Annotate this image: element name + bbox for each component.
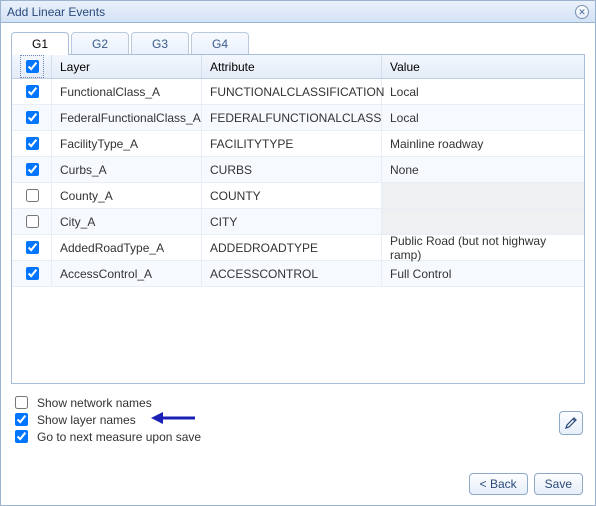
row-value[interactable] — [382, 209, 584, 234]
row-layer: City_A — [52, 209, 202, 234]
edit-button[interactable] — [559, 411, 583, 435]
tab-g4[interactable]: G4 — [191, 32, 249, 55]
option-go-to-next-measure: Go to next measure upon save — [11, 428, 585, 445]
row-attribute: COUNTY — [202, 183, 382, 208]
row-checkbox[interactable] — [26, 189, 39, 202]
row-attribute: CITY — [202, 209, 382, 234]
table-row[interactable]: Curbs_ACURBSNone — [12, 157, 584, 183]
row-checkbox[interactable] — [26, 111, 39, 124]
table-row[interactable]: FederalFunctionalClass_AFEDERALFUNCTIONA… — [12, 105, 584, 131]
window-title: Add Linear Events — [7, 1, 105, 23]
show-layer-names-checkbox[interactable] — [15, 413, 28, 426]
footer-buttons: < Back Save — [469, 473, 583, 495]
go-to-next-measure-checkbox[interactable] — [15, 430, 28, 443]
row-checkbox[interactable] — [26, 137, 39, 150]
row-layer: FacilityType_A — [52, 131, 202, 156]
row-checkbox-cell — [12, 183, 52, 208]
row-attribute: ACCESSCONTROL — [202, 261, 382, 286]
row-value[interactable]: None — [382, 157, 584, 182]
dialog-body: G1G2G3G4 Layer Attribute Value Functiona… — [1, 23, 595, 455]
column-header-layer[interactable]: Layer — [52, 55, 202, 78]
column-header-value[interactable]: Value — [382, 55, 584, 78]
row-checkbox-cell — [12, 261, 52, 286]
row-value[interactable]: Public Road (but not highway ramp) — [382, 235, 584, 260]
tab-g3[interactable]: G3 — [131, 32, 189, 55]
row-checkbox[interactable] — [26, 85, 39, 98]
tab-strip: G1G2G3G4 — [11, 31, 585, 55]
pencil-icon — [564, 416, 578, 430]
row-checkbox-cell — [12, 131, 52, 156]
show-network-names-checkbox[interactable] — [15, 396, 28, 409]
row-attribute: FACILITYTYPE — [202, 131, 382, 156]
row-layer: AccessControl_A — [52, 261, 202, 286]
go-to-next-measure-label: Go to next measure upon save — [37, 430, 201, 444]
row-value[interactable]: Local — [382, 79, 584, 104]
select-all-checkbox[interactable] — [26, 60, 39, 73]
row-attribute: CURBS — [202, 157, 382, 182]
row-value[interactable]: Full Control — [382, 261, 584, 286]
row-layer: FunctionalClass_A — [52, 79, 202, 104]
table-row[interactable]: FunctionalClass_AFUNCTIONALCLASSIFICATIO… — [12, 79, 584, 105]
back-button[interactable]: < Back — [469, 473, 528, 495]
row-layer: AddedRoadType_A — [52, 235, 202, 260]
option-show-layer-names: Show layer names — [11, 411, 585, 428]
row-checkbox-cell — [12, 235, 52, 260]
row-checkbox-cell — [12, 209, 52, 234]
titlebar: Add Linear Events ✕ — [1, 1, 595, 23]
row-attribute: FEDERALFUNCTIONALCLASS — [202, 105, 382, 130]
show-network-names-label: Show network names — [37, 396, 152, 410]
row-layer: Curbs_A — [52, 157, 202, 182]
events-grid: Layer Attribute Value FunctionalClass_AF… — [11, 54, 585, 384]
row-checkbox[interactable] — [26, 241, 39, 254]
row-layer: County_A — [52, 183, 202, 208]
grid-body: FunctionalClass_AFUNCTIONALCLASSIFICATIO… — [12, 79, 584, 383]
row-attribute: ADDEDROADTYPE — [202, 235, 382, 260]
table-row[interactable]: AddedRoadType_AADDEDROADTYPEPublic Road … — [12, 235, 584, 261]
row-value[interactable] — [382, 183, 584, 208]
tab-g2[interactable]: G2 — [71, 32, 129, 55]
table-row[interactable]: City_ACITY — [12, 209, 584, 235]
option-show-network-names: Show network names — [11, 394, 585, 411]
row-layer: FederalFunctionalClass_A — [52, 105, 202, 130]
add-linear-events-dialog: Add Linear Events ✕ G1G2G3G4 Layer Attri… — [0, 0, 596, 506]
row-attribute: FUNCTIONALCLASSIFICATION — [202, 79, 382, 104]
options-area: Show network names Show layer names Go t… — [11, 394, 585, 445]
row-checkbox-cell — [12, 157, 52, 182]
table-row[interactable]: County_ACOUNTY — [12, 183, 584, 209]
header-checkbox-focus-ring — [20, 55, 44, 78]
row-value[interactable]: Local — [382, 105, 584, 130]
close-icon[interactable]: ✕ — [575, 5, 589, 19]
tab-g1[interactable]: G1 — [11, 32, 69, 55]
grid-header: Layer Attribute Value — [12, 55, 584, 79]
column-header-attribute[interactable]: Attribute — [202, 55, 382, 78]
annotation-arrow-icon — [151, 411, 195, 425]
row-checkbox-cell — [12, 79, 52, 104]
row-checkbox[interactable] — [26, 267, 39, 280]
row-value[interactable]: Mainline roadway — [382, 131, 584, 156]
row-checkbox[interactable] — [26, 215, 39, 228]
table-row[interactable]: AccessControl_AACCESSCONTROLFull Control — [12, 261, 584, 287]
table-row[interactable]: FacilityType_AFACILITYTYPEMainline roadw… — [12, 131, 584, 157]
show-layer-names-label: Show layer names — [37, 413, 136, 427]
row-checkbox[interactable] — [26, 163, 39, 176]
header-checkbox-cell — [12, 55, 52, 78]
row-checkbox-cell — [12, 105, 52, 130]
save-button[interactable]: Save — [534, 473, 583, 495]
